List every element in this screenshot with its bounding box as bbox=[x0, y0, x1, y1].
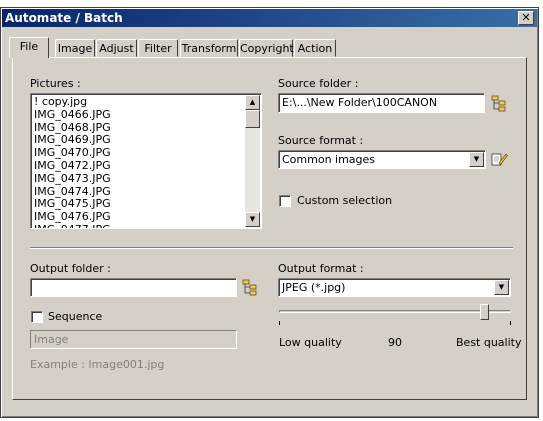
tab-transform-label: Transform bbox=[181, 42, 237, 55]
sequence-label: Sequence bbox=[48, 310, 103, 323]
output-format-value: JPEG (*.jpg) bbox=[282, 281, 346, 294]
pictures-listbox[interactable]: ! copy.jpg IMG_0466.JPG IMG_0468.JPG IMG_04… bbox=[30, 93, 262, 229]
folder-tree-icon bbox=[242, 279, 257, 296]
source-folder-value: E:\...\New Folder\100CANON bbox=[282, 96, 438, 109]
slider-tick bbox=[510, 321, 511, 325]
pictures-scrollbar[interactable]: ▲ ▼ bbox=[245, 95, 260, 227]
picture-list-item[interactable]: IMG_0472.JPG bbox=[31, 159, 261, 173]
tab-filter-label: Filter bbox=[144, 42, 172, 55]
tab-file-label: File bbox=[19, 40, 39, 53]
output-format-label: Output format : bbox=[278, 262, 364, 275]
section-divider bbox=[30, 247, 513, 249]
close-button[interactable]: ✕ bbox=[518, 11, 534, 25]
arrow-up-icon: ▲ bbox=[249, 98, 256, 106]
tab-action[interactable]: Action bbox=[294, 39, 336, 57]
output-folder-field[interactable] bbox=[30, 278, 237, 297]
slider-tick bbox=[279, 321, 280, 325]
low-quality-label: Low quality bbox=[279, 336, 342, 349]
source-folder-label: Source folder : bbox=[278, 77, 359, 90]
tab-file[interactable]: File bbox=[9, 37, 49, 58]
folder-tree-icon bbox=[491, 95, 506, 112]
output-format-dropdown-button[interactable]: ▼ bbox=[494, 280, 509, 295]
source-format-select[interactable]: Common images ▼ bbox=[278, 150, 486, 169]
source-format-label: Source format : bbox=[278, 134, 364, 147]
source-format-dropdown-button[interactable]: ▼ bbox=[469, 152, 484, 167]
custom-selection-label: Custom selection bbox=[297, 194, 393, 207]
source-format-value: Common images bbox=[282, 153, 376, 166]
best-quality-label: Best quality bbox=[456, 336, 522, 349]
quality-slider[interactable] bbox=[279, 304, 511, 334]
tab-adjust[interactable]: Adjust bbox=[96, 39, 137, 57]
title-bar: Automate / Batch ✕ bbox=[2, 9, 537, 27]
browse-output-folder-button[interactable] bbox=[241, 278, 259, 296]
custom-selection-checkbox[interactable] bbox=[279, 195, 291, 207]
window-title: Automate / Batch bbox=[5, 11, 123, 25]
tab-copyright-label: Copyright bbox=[240, 42, 294, 55]
picture-list-item[interactable]: IMG_0477.JPG bbox=[31, 223, 261, 228]
picture-list-item[interactable]: IMG_0466.JPG bbox=[31, 108, 261, 122]
browse-source-folder-button[interactable] bbox=[490, 94, 508, 112]
tab-filter[interactable]: Filter bbox=[138, 39, 178, 57]
output-folder-label: Output folder : bbox=[30, 262, 111, 275]
chevron-down-icon: ▼ bbox=[498, 283, 505, 291]
edit-source-format-button[interactable] bbox=[490, 150, 508, 168]
source-folder-field[interactable]: E:\...\New Folder\100CANON bbox=[278, 93, 485, 113]
scroll-down-button[interactable]: ▼ bbox=[245, 212, 260, 227]
close-icon: ✕ bbox=[521, 11, 531, 24]
file-tab-panel: Pictures : ! copy.jpg IMG_0466.JPG IMG_046… bbox=[12, 57, 527, 400]
sequence-name-placeholder: Image bbox=[34, 333, 69, 346]
quality-slider-thumb[interactable] bbox=[480, 304, 489, 320]
quality-value: 90 bbox=[388, 336, 402, 349]
scroll-thumb[interactable] bbox=[245, 110, 260, 128]
scroll-up-button[interactable]: ▲ bbox=[245, 95, 260, 110]
tab-copyright[interactable]: Copyright bbox=[239, 39, 294, 57]
tab-image-label: Image bbox=[57, 42, 93, 55]
arrow-down-icon: ▼ bbox=[249, 215, 256, 223]
edit-pencil-icon bbox=[491, 153, 508, 166]
picture-list-item[interactable]: IMG_0473.JPG bbox=[31, 172, 261, 186]
chevron-down-icon: ▼ bbox=[473, 155, 480, 163]
tab-action-label: Action bbox=[297, 42, 333, 55]
sequence-example: Example : Image001.jpg bbox=[30, 358, 165, 371]
pictures-label: Pictures : bbox=[30, 77, 81, 90]
picture-list-item[interactable]: ! copy.jpg bbox=[31, 95, 261, 109]
sequence-checkbox[interactable] bbox=[31, 311, 43, 323]
tab-transform[interactable]: Transform bbox=[180, 39, 238, 57]
pictures-list: ! copy.jpg IMG_0466.JPG IMG_0468.JPG IMG_04… bbox=[31, 94, 261, 228]
tab-adjust-label: Adjust bbox=[99, 42, 134, 55]
quality-slider-track bbox=[279, 310, 511, 313]
sequence-name-field[interactable]: Image bbox=[30, 330, 237, 349]
tab-image[interactable]: Image bbox=[55, 39, 95, 57]
output-format-select[interactable]: JPEG (*.jpg) ▼ bbox=[278, 278, 511, 297]
